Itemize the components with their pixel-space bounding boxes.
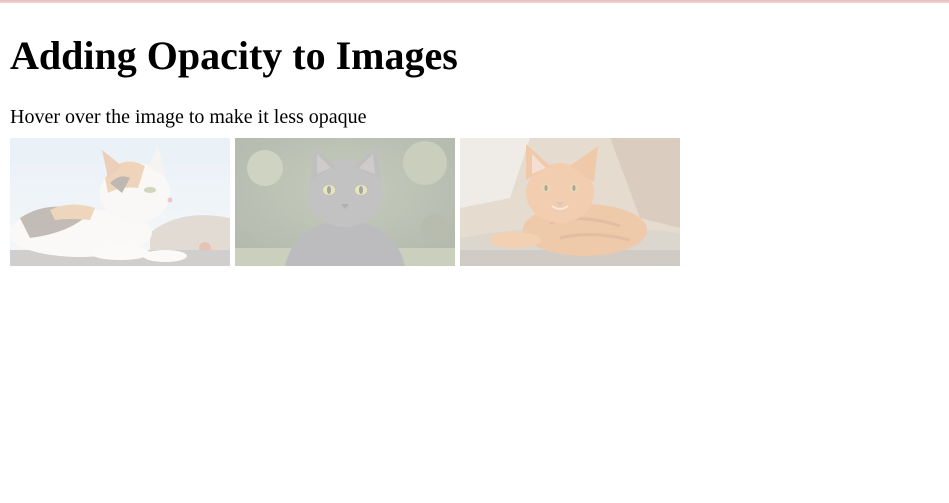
image-gallery (10, 138, 680, 266)
gray-cat-icon (235, 138, 455, 266)
orange-cat-icon (460, 138, 680, 266)
calico-cat-image[interactable] (10, 138, 230, 266)
page-title: Adding Opacity to Images (10, 33, 458, 78)
page-content: Adding Opacity to Images Hover over the … (10, 0, 680, 266)
orange-cat-image[interactable] (460, 138, 680, 266)
calico-cat-icon (10, 138, 230, 266)
gray-cat-image[interactable] (235, 138, 455, 266)
instruction-text: Hover over the image to make it less opa… (10, 106, 367, 128)
